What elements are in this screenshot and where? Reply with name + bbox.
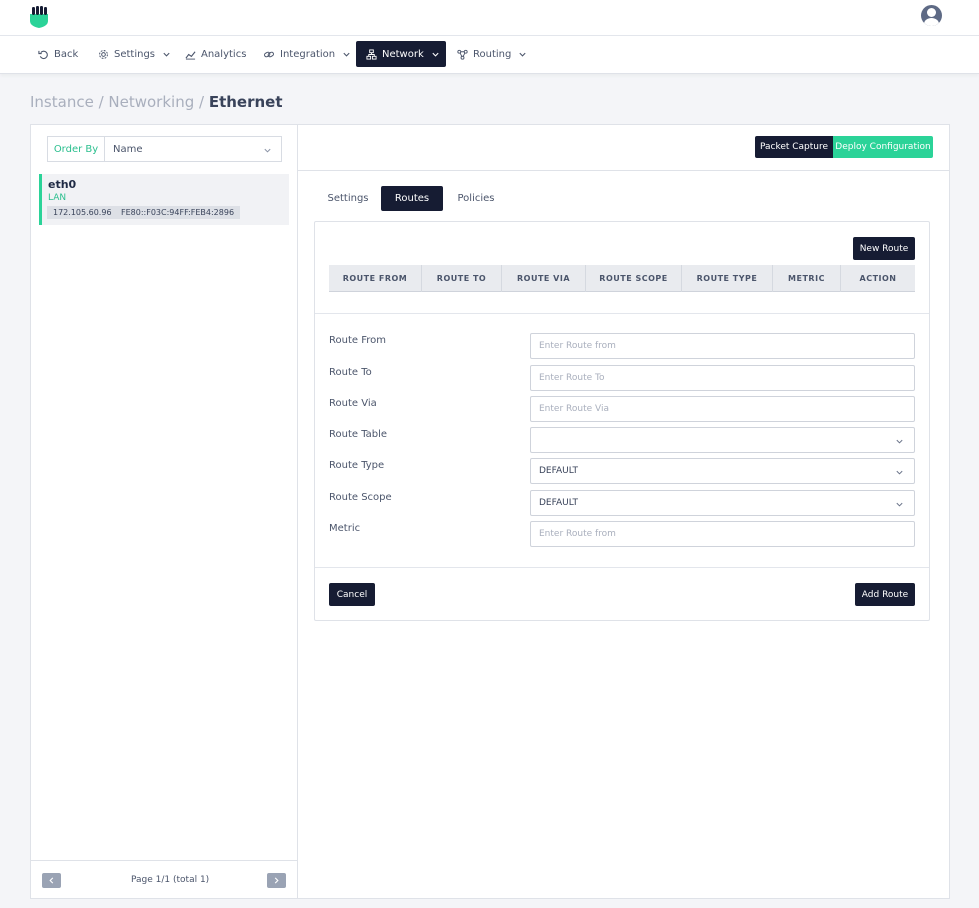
chevron-left-icon xyxy=(49,877,54,884)
route-table-label: Route Table xyxy=(329,429,388,440)
nav-analytics-link[interactable]: Analytics xyxy=(185,41,246,67)
detail-header: Packet Capture Deploy Configuration xyxy=(298,125,949,171)
order-by-select[interactable]: Order By Name xyxy=(47,136,282,162)
interface-detail-panel: Packet Capture Deploy Configuration Sett… xyxy=(297,124,950,899)
tab-settings[interactable]: Settings xyxy=(322,186,374,211)
routing-icon xyxy=(457,49,468,60)
nav-settings-label: Settings xyxy=(114,48,156,60)
nav-settings-menu[interactable]: Settings xyxy=(98,41,171,67)
order-by-value[interactable]: Name xyxy=(105,137,281,161)
chevron-down-icon xyxy=(896,439,903,444)
interface-name: eth0 xyxy=(48,178,77,191)
pagination-status: Page 1/1 (total 1) xyxy=(131,875,210,885)
route-from-label: Route From xyxy=(329,335,386,346)
column-header-metric[interactable]: METRIC xyxy=(773,265,841,292)
route-scope-label: Route Scope xyxy=(329,492,392,503)
route-scope-value: DEFAULT xyxy=(539,498,578,508)
user-avatar-icon[interactable] xyxy=(921,5,942,26)
nav-back-label: Back xyxy=(54,48,79,60)
interface-list-panel: Order By Name eth0 LAN 172.105.60.96 FE8… xyxy=(30,124,298,899)
routes-table-header: ROUTE FROM ROUTE TO ROUTE VIA ROUTE SCOP… xyxy=(329,265,915,292)
link-icon xyxy=(264,51,274,57)
chevron-down-icon xyxy=(432,52,439,57)
main-navbar: Back Settings Analytics Integration Netw… xyxy=(0,36,979,74)
next-page-button[interactable] xyxy=(267,873,286,888)
nav-network-menu[interactable]: Network xyxy=(356,41,446,67)
network-icon xyxy=(366,48,377,60)
route-via-input[interactable] xyxy=(530,396,915,422)
metric-input[interactable] xyxy=(530,521,915,547)
breadcrumb-separator: / xyxy=(93,93,109,111)
route-via-label: Route Via xyxy=(329,398,377,409)
pagination-bar: Page 1/1 (total 1) xyxy=(31,860,297,899)
column-header-route-type[interactable]: ROUTE TYPE xyxy=(682,265,773,292)
breadcrumb-separator: / xyxy=(194,93,209,111)
chevron-down-icon xyxy=(264,148,271,153)
cancel-button[interactable]: Cancel xyxy=(329,583,375,606)
deploy-configuration-button[interactable]: Deploy Configuration xyxy=(833,136,933,158)
divider xyxy=(315,313,929,314)
column-header-action[interactable]: ACTION xyxy=(841,265,915,292)
route-table-select[interactable] xyxy=(530,427,915,453)
route-to-label: Route To xyxy=(329,367,372,378)
breadcrumb-networking-link[interactable]: Networking xyxy=(108,93,194,111)
brand-logo-icon[interactable] xyxy=(29,5,49,29)
route-type-value: DEFAULT xyxy=(539,466,578,476)
column-header-route-to[interactable]: ROUTE TO xyxy=(422,265,502,292)
column-header-route-scope[interactable]: ROUTE SCOPE xyxy=(586,265,682,292)
route-type-select[interactable]: DEFAULT xyxy=(530,458,915,484)
column-header-route-via[interactable]: ROUTE VIA xyxy=(502,265,586,292)
add-route-button[interactable]: Add Route xyxy=(855,583,915,606)
column-header-route-from[interactable]: ROUTE FROM xyxy=(329,265,422,292)
nav-back-button[interactable]: Back xyxy=(38,41,78,67)
interface-ipv4-badge: 172.105.60.96 xyxy=(47,206,118,219)
route-to-input[interactable] xyxy=(530,365,915,391)
chevron-down-icon xyxy=(896,470,903,475)
order-by-value-text: Name xyxy=(113,143,143,155)
routes-section: New Route ROUTE FROM ROUTE TO ROUTE VIA … xyxy=(314,221,930,621)
new-route-button[interactable]: New Route xyxy=(853,237,915,260)
undo-icon xyxy=(38,50,48,59)
gear-icon xyxy=(99,49,108,59)
chevron-right-icon xyxy=(274,877,279,884)
packet-capture-button[interactable]: Packet Capture xyxy=(755,136,833,158)
breadcrumb-current: Ethernet xyxy=(208,93,283,111)
tab-routes[interactable]: Routes xyxy=(381,186,443,211)
nav-integration-label: Integration xyxy=(280,48,336,60)
nav-network-label: Network xyxy=(382,48,424,60)
divider xyxy=(315,567,929,568)
breadcrumb: Instance / Networking / Ethernet xyxy=(30,93,283,111)
metric-label: Metric xyxy=(329,523,361,534)
route-scope-select[interactable]: DEFAULT xyxy=(530,490,915,516)
top-bar xyxy=(0,0,979,36)
tab-policies[interactable]: Policies xyxy=(450,186,502,211)
prev-page-button[interactable] xyxy=(42,873,61,888)
breadcrumb-instance-link[interactable]: Instance xyxy=(30,93,94,111)
chevron-down-icon xyxy=(343,52,350,57)
chevron-down-icon xyxy=(163,52,170,57)
route-from-input[interactable] xyxy=(530,333,915,359)
route-type-label: Route Type xyxy=(329,460,385,471)
interface-ipv6-badge: FE80::F03C:94FF:FEB4:2896 xyxy=(115,206,241,219)
nav-routing-label: Routing xyxy=(473,48,512,60)
chevron-down-icon xyxy=(519,52,526,57)
nav-routing-menu[interactable]: Routing xyxy=(457,41,527,67)
interface-card-eth0[interactable]: eth0 LAN 172.105.60.96 FE80::F03C:94FF:F… xyxy=(39,174,289,225)
chevron-down-icon xyxy=(896,502,903,507)
chart-icon xyxy=(185,50,196,60)
interface-type: LAN xyxy=(48,193,67,203)
order-by-label: Order By xyxy=(48,137,105,161)
nav-integration-menu[interactable]: Integration xyxy=(263,41,351,67)
nav-analytics-label: Analytics xyxy=(201,48,247,60)
